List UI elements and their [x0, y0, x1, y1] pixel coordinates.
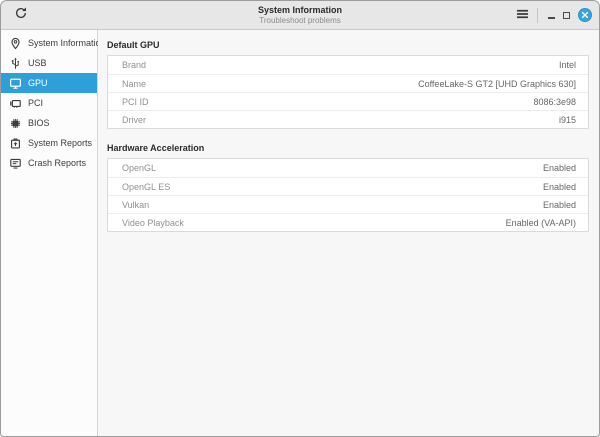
sidebar-item-label: USB [28, 58, 47, 68]
sidebar-item-label: System Information [28, 38, 106, 48]
titlebar-titles: System Information Troubleshoot problems [1, 4, 599, 26]
table-row: Name CoffeeLake-S GT2 [UHD Graphics 630] [108, 74, 588, 92]
sidebar-item-label: Crash Reports [28, 158, 86, 168]
row-label: OpenGL [108, 163, 156, 173]
system-information-window: System Information Troubleshoot problems [0, 0, 600, 437]
default-gpu-table: Brand Intel Name CoffeeLake-S GT2 [UHD G… [107, 55, 589, 129]
main-content: Default GPU Brand Intel Name CoffeeLake-… [98, 30, 599, 436]
sidebar-item-system-reports[interactable]: System Reports [1, 133, 97, 153]
sidebar-item-bios[interactable]: BIOS [1, 113, 97, 133]
sidebar-item-label: PCI [28, 98, 43, 108]
window-subtitle: Troubleshoot problems [1, 16, 599, 26]
sidebar-item-label: GPU [28, 78, 48, 88]
maximize-icon [563, 12, 570, 19]
row-value: Enabled (VA-API) [506, 218, 588, 228]
row-value: i915 [559, 115, 588, 125]
sidebar-item-label: System Reports [28, 138, 92, 148]
table-row: PCI ID 8086:3e98 [108, 92, 588, 110]
table-row: Video Playback Enabled (VA-API) [108, 213, 588, 231]
location-pin-icon [9, 37, 22, 50]
monitor-icon [9, 77, 22, 90]
pci-card-icon [9, 97, 22, 110]
row-value: Enabled [543, 163, 588, 173]
minimize-icon [548, 17, 555, 19]
row-value: Enabled [543, 182, 588, 192]
sidebar-item-pci[interactable]: PCI [1, 93, 97, 113]
refresh-icon [14, 6, 28, 25]
sidebar-item-label: BIOS [28, 118, 50, 128]
hamburger-menu-icon [516, 6, 529, 24]
table-row: Vulkan Enabled [108, 195, 588, 213]
titlebar-separator [537, 8, 538, 23]
window-title: System Information [1, 4, 599, 16]
table-row: Driver i915 [108, 110, 588, 128]
maximize-button[interactable] [559, 1, 574, 29]
refresh-button[interactable] [13, 7, 29, 23]
usb-icon [9, 57, 22, 70]
row-label: Driver [108, 115, 146, 125]
titlebar-controls [511, 1, 599, 29]
sidebar: System Information USB [1, 30, 98, 436]
section-heading-default-gpu: Default GPU [107, 40, 589, 50]
row-label: PCI ID [108, 97, 149, 107]
section-heading-hardware-acceleration: Hardware Acceleration [107, 143, 589, 153]
table-row: Brand Intel [108, 56, 588, 74]
sidebar-item-system-information[interactable]: System Information [1, 33, 97, 53]
sidebar-item-usb[interactable]: USB [1, 53, 97, 73]
table-row: OpenGL ES Enabled [108, 177, 588, 195]
menu-button[interactable] [511, 1, 533, 29]
row-label: OpenGL ES [108, 182, 170, 192]
row-value: 8086:3e98 [533, 97, 588, 107]
row-label: Brand [108, 60, 146, 70]
sidebar-item-crash-reports[interactable]: Crash Reports [1, 153, 97, 173]
row-label: Video Playback [108, 218, 184, 228]
crash-screen-icon [9, 157, 22, 170]
report-box-icon [9, 137, 22, 150]
chip-icon [9, 117, 22, 130]
row-value: Enabled [543, 200, 588, 210]
row-value: Intel [559, 60, 588, 70]
titlebar: System Information Troubleshoot problems [1, 1, 599, 30]
row-label: Vulkan [108, 200, 149, 210]
row-label: Name [108, 79, 146, 89]
hardware-acceleration-table: OpenGL Enabled OpenGL ES Enabled Vulkan … [107, 158, 589, 232]
table-row: OpenGL Enabled [108, 159, 588, 177]
close-icon [581, 6, 589, 24]
minimize-button[interactable] [544, 1, 559, 29]
close-button[interactable] [578, 8, 592, 22]
app-body: System Information USB [1, 30, 599, 436]
row-value: CoffeeLake-S GT2 [UHD Graphics 630] [418, 79, 588, 89]
sidebar-item-gpu[interactable]: GPU [1, 73, 97, 93]
